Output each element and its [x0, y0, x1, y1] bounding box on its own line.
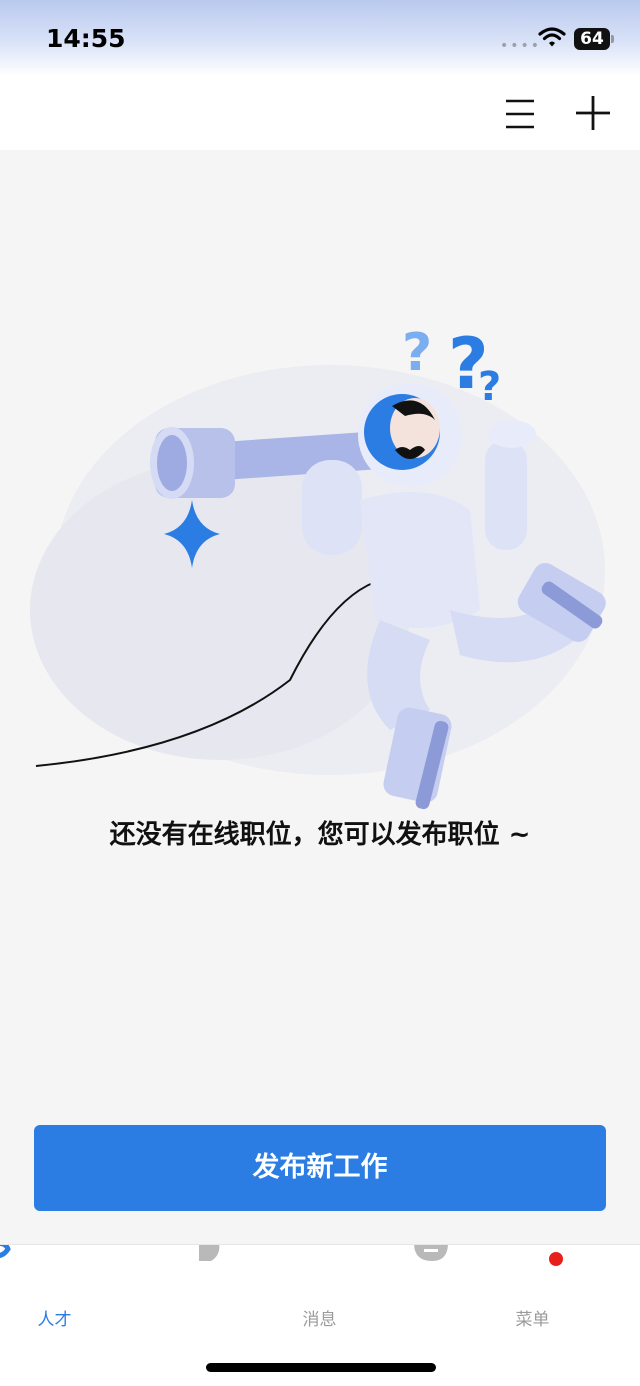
empty-state-message: 还没有在线职位，您可以发布职位 ~ [109, 820, 531, 850]
tab-talent[interactable]: 人才 [0, 1245, 213, 1345]
battery-indicator: 64 [574, 28, 610, 50]
wifi-icon [538, 27, 566, 47]
signal-dots-icon: •••• [500, 38, 542, 54]
svg-text:?: ? [478, 364, 501, 410]
bottom-tab-bar: 人才 消息 菜单 [0, 1244, 640, 1386]
tab-messages-label: 消息 [302, 1310, 337, 1330]
status-time: 14:55 [46, 24, 126, 53]
main-content: ? ? ? 还没有在线职位，您可以发布职位 ~ 发布新工作 [0, 150, 640, 1244]
talent-icon [0, 1245, 11, 1259]
menu-tab-icon [414, 1245, 448, 1261]
tab-menu[interactable]: 菜单 [414, 1245, 639, 1345]
menu-icon[interactable] [500, 94, 540, 134]
publish-job-button[interactable]: 发布新工作 [34, 1125, 606, 1211]
home-indicator [206, 1363, 436, 1372]
tab-messages[interactable]: 消息 [199, 1245, 426, 1345]
battery-cap [611, 35, 614, 43]
message-icon [199, 1245, 220, 1261]
top-header [0, 76, 640, 150]
notification-badge [549, 1252, 563, 1266]
tab-talent-label: 人才 [37, 1310, 72, 1330]
tab-menu-label: 菜单 [515, 1310, 550, 1330]
status-bar: 14:55 •••• 64 [0, 0, 640, 76]
svg-text:?: ? [402, 323, 432, 383]
astronaut-telescope-illustration: ? ? ? [30, 323, 606, 810]
plus-icon[interactable] [572, 92, 614, 134]
